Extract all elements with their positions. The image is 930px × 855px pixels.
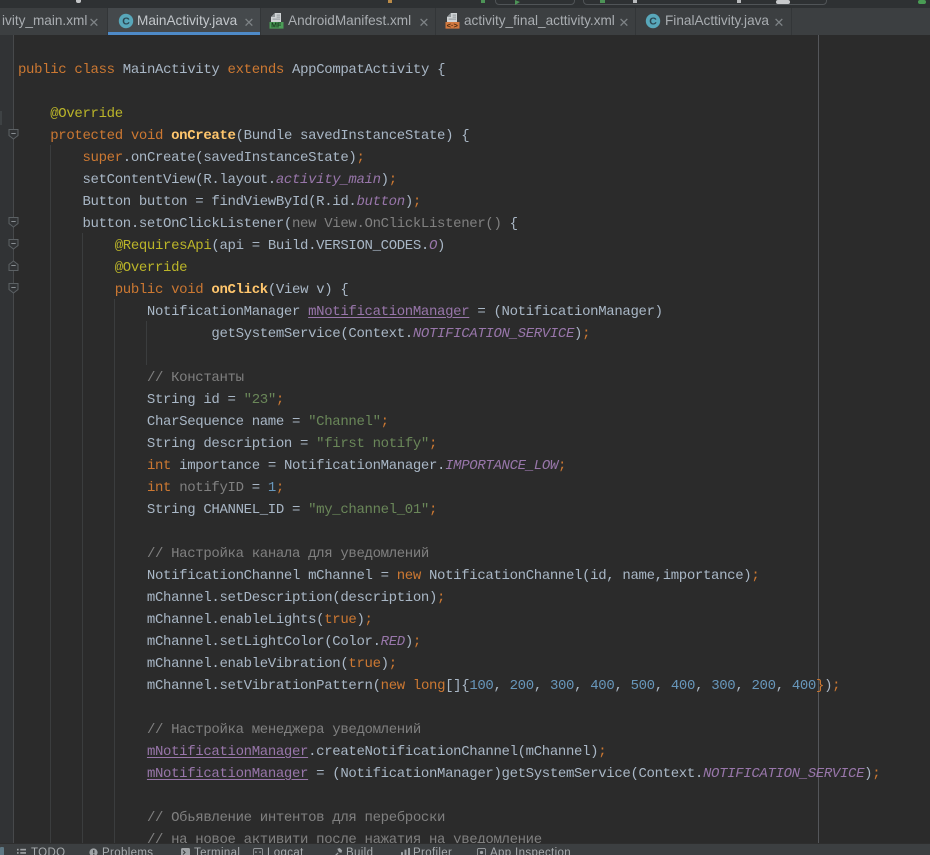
svg-text:<·>: <·> (447, 21, 459, 29)
svg-text:MF: MF (271, 23, 282, 29)
svg-text:C: C (122, 16, 130, 28)
svg-text:C: C (649, 16, 657, 28)
